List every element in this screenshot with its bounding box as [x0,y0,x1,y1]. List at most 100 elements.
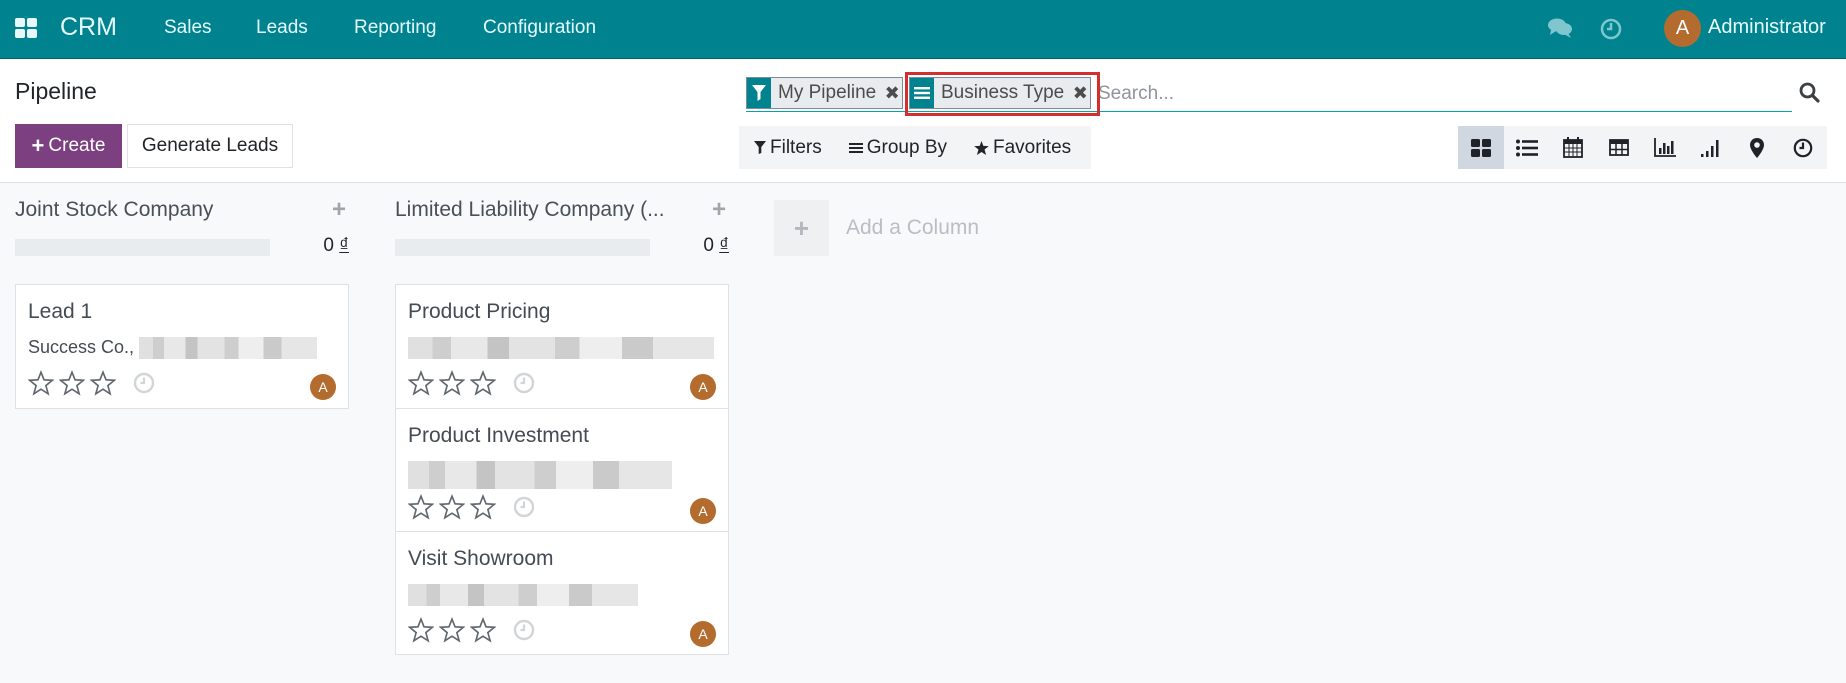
card-footer [408,494,535,520]
amount-value: 0 [703,235,714,256]
card-footer [408,370,535,396]
create-button[interactable]: + Create [15,124,122,168]
kanban-icon [1471,138,1491,157]
star-outline-icon[interactable] [439,617,465,643]
star-outline-icon[interactable] [408,494,434,520]
star-outline-icon[interactable] [90,370,116,396]
assignee-avatar[interactable]: A [690,498,716,524]
activity-clock-icon[interactable] [513,619,535,641]
bar-chart-icon [1654,138,1676,157]
redacted-text [408,337,714,360]
star-outline-icon[interactable] [408,370,434,396]
column-progress-bar[interactable] [395,239,650,256]
card-subtitle: Success Co., [28,337,318,360]
activity-clock-icon[interactable] [513,372,535,394]
star-outline-icon[interactable] [439,494,465,520]
group-by-icon [848,142,863,153]
column-title[interactable]: Joint Stock Company [15,198,213,222]
card-footer [408,617,535,643]
plus-icon: + [774,200,829,256]
currency-symbol: ₫ [719,235,729,256]
page-title: Pipeline [15,78,97,104]
view-map-button[interactable] [1734,126,1780,169]
add-column-button[interactable]: + Add a Column [774,200,979,256]
plus-icon: + [31,133,45,158]
assignee-avatar[interactable]: A [690,374,716,400]
card-list: Product Pricing A Product Investment A V… [395,284,729,655]
groupby-toggle[interactable]: Group By [848,136,947,159]
kanban-card[interactable]: Visit Showroom A [396,531,728,654]
facet-business-type: Business Type ✖ [909,77,1092,109]
star-outline-icon[interactable] [28,370,54,396]
group-by-icon [910,78,934,108]
generate-leads-button[interactable]: Generate Leads [127,124,293,168]
search-bar: My Pipeline ✖ Business Type ✖ [746,74,1792,112]
card-title: Product Pricing [408,300,551,323]
star-outline-icon[interactable] [470,494,496,520]
card-title: Visit Showroom [408,547,554,570]
card-list: Lead 1 Success Co., A [15,284,349,409]
facet-label: My Pipeline [778,82,877,103]
comments-icon[interactable] [1547,17,1573,39]
redacted-text [139,337,318,360]
create-label: Create [48,135,106,156]
filter-icon [754,141,766,154]
view-calendar-button[interactable] [1550,126,1596,169]
menu-configuration[interactable]: Configuration [483,17,596,39]
kanban-card[interactable]: Product Investment A [396,408,728,531]
search-input[interactable] [1098,79,1788,109]
column-amount: 0 ₫ [703,235,729,257]
list-icon [1516,139,1538,156]
view-kanban-button[interactable] [1458,126,1504,169]
remove-facet-icon[interactable]: ✖ [1070,78,1090,108]
view-pivot-button[interactable] [1596,126,1642,169]
user-menu[interactable]: Administrator [1708,16,1826,39]
card-title: Product Investment [408,424,589,447]
activity-clock-icon[interactable] [513,496,535,518]
kanban-card[interactable]: Product Pricing A [396,285,728,408]
star-outline-icon[interactable] [408,617,434,643]
app-brand[interactable]: CRM [60,13,117,42]
star-outline-icon[interactable] [470,617,496,643]
menu-leads[interactable]: Leads [256,17,308,39]
signal-icon [1701,139,1719,157]
menu-reporting[interactable]: Reporting [354,17,436,39]
apps-menu-icon[interactable] [15,18,37,38]
facet-my-pipeline: My Pipeline ✖ [746,77,904,109]
filters-label: Filters [770,136,822,158]
column-amount: 0 ₫ [323,235,349,257]
clock-icon[interactable] [1600,18,1622,40]
star-outline-icon[interactable] [59,370,85,396]
column-title[interactable]: Limited Liability Company (... [395,198,665,222]
assignee-avatar[interactable]: A [690,621,716,647]
star-outline-icon[interactable] [470,370,496,396]
activity-clock-icon[interactable] [133,372,155,394]
view-graph-button[interactable] [1642,126,1688,169]
clock-icon [1793,138,1813,157]
quick-create-icon[interactable]: + [329,196,349,224]
kanban-card[interactable]: Lead 1 Success Co., A [16,285,348,408]
star-outline-icon[interactable] [439,370,465,396]
card-subtitle-text: Success Co., [28,337,140,357]
filter-icon [747,78,771,108]
star-icon [974,140,989,155]
map-marker-icon [1750,137,1764,158]
user-avatar[interactable]: A [1664,10,1701,47]
redacted-text [408,461,672,489]
column-progress-bar[interactable] [15,239,270,256]
card-footer [28,370,155,396]
favorites-label: Favorites [993,136,1072,158]
search-icon[interactable] [1797,80,1823,106]
menu-sales[interactable]: Sales [164,17,212,39]
groupby-label: Group By [866,136,947,158]
view-activity-button[interactable] [1780,126,1826,169]
currency-symbol: ₫ [339,235,349,256]
remove-facet-icon[interactable]: ✖ [882,78,902,108]
view-list-button[interactable] [1504,126,1550,169]
filters-toggle[interactable]: Filters [754,137,822,159]
assignee-avatar[interactable]: A [310,374,336,400]
favorites-toggle[interactable]: Favorites [974,137,1071,159]
quick-create-icon[interactable]: + [709,196,729,224]
amount-value: 0 [323,235,334,256]
view-cohort-button[interactable] [1688,126,1734,169]
